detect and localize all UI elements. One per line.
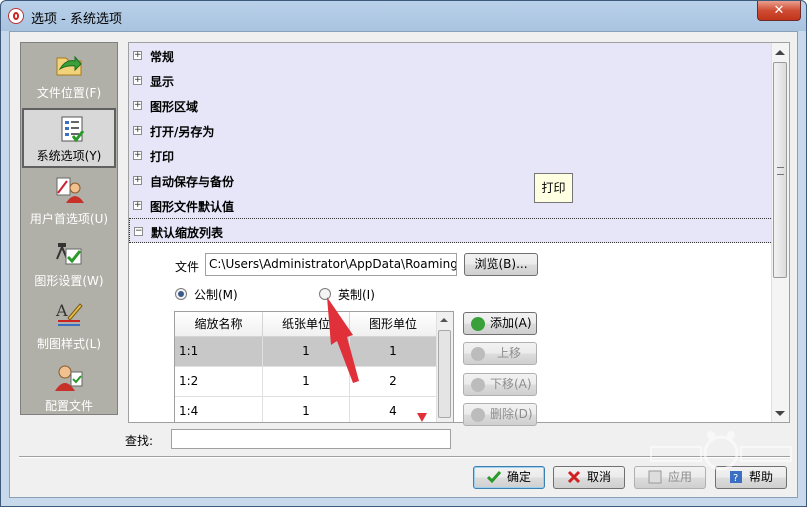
tree-node-label: 打印 (150, 150, 175, 164)
cancel-button[interactable]: 取消 (553, 466, 625, 489)
tree-node-drawing-defaults[interactable]: + 图形文件默认值 (129, 193, 773, 218)
move-down-button[interactable]: 下移(A) (463, 373, 537, 396)
tree-node-label: 默认缩放列表 (151, 226, 224, 240)
tree-node-label: 自动保存与备份 (150, 175, 235, 189)
table-scrollbar[interactable] (436, 312, 453, 422)
metric-radio[interactable] (175, 288, 187, 300)
arrow-down-icon (471, 378, 485, 392)
expand-icon[interactable]: + (133, 176, 142, 185)
sidebar-item-profiles[interactable]: 配置文件 (21, 358, 117, 418)
tree-node-default-scale-list[interactable]: − 默认缩放列表 (129, 218, 773, 243)
tree-scrollbar[interactable] (771, 43, 789, 422)
x-icon (567, 470, 581, 484)
add-label: 添加(A) (490, 316, 532, 330)
collapse-icon[interactable]: − (134, 227, 143, 236)
drafting-style-icon: A (55, 301, 83, 326)
find-input[interactable] (171, 429, 451, 449)
delete-icon (471, 408, 485, 422)
annotation-marker-icon (417, 413, 427, 422)
scroll-down-icon[interactable] (775, 411, 785, 416)
tree-node-label: 打开/另存为 (150, 125, 215, 139)
tree-node-display[interactable]: + 显示 (129, 68, 773, 93)
app-logo-icon (8, 8, 24, 24)
sidebar-item-file-locations[interactable]: 文件位置(F) (21, 45, 117, 105)
sidebar-item-label: 配置文件 (44, 399, 93, 413)
column-header-drawing-units[interactable]: 图形单位 (350, 312, 437, 337)
list-check-icon (61, 116, 85, 143)
watermark-logo-icon (650, 431, 792, 471)
expand-icon[interactable]: + (133, 51, 142, 60)
sidebar-item-user-preferences[interactable]: 用户首选项(U) (21, 171, 117, 231)
tree-node-open-save[interactable]: + 打开/另存为 (129, 118, 773, 143)
file-label: 文件 (175, 260, 200, 274)
cell-scale-name: 1:4 (179, 397, 263, 422)
tree-node-label: 常规 (150, 50, 175, 64)
expand-icon[interactable]: + (133, 151, 142, 160)
tree-node-general[interactable]: + 常规 (129, 43, 773, 68)
scroll-thumb[interactable] (773, 62, 787, 278)
table-row[interactable]: 1:1 1 1 (175, 337, 437, 367)
add-icon (471, 317, 485, 331)
grip-icon (777, 167, 784, 175)
sidebar-item-graphics-settings[interactable]: 图形设置(W) (21, 233, 117, 293)
tree-node-label: 显示 (150, 75, 175, 89)
tree-node-print[interactable]: + 打印 (129, 143, 773, 168)
scroll-up-icon[interactable] (440, 318, 448, 322)
title-bar[interactable]: 选项 - 系统选项 ✕ (1, 1, 806, 31)
cell-scale-name: 1:2 (179, 367, 263, 396)
scale-list-table: 缩放名称 纸张单位 图形单位 1:1 1 1 1:2 1 2 1:4 1 4 (174, 311, 454, 423)
find-label: 查找: (125, 434, 154, 448)
add-button[interactable]: 添加(A) (463, 312, 537, 335)
expand-icon[interactable]: + (133, 201, 142, 210)
sidebar-item-system-options[interactable]: 系统选项(Y) (22, 108, 116, 168)
sidebar-item-drafting-style[interactable]: A 制图样式(L) (21, 296, 117, 356)
sidebar-item-label: 文件位置(F) (36, 86, 102, 100)
delete-label: 删除(D) (490, 407, 533, 421)
check-icon (486, 471, 501, 484)
table-row[interactable]: 1:4 1 4 (175, 397, 437, 422)
move-up-label: 上移 (497, 346, 522, 360)
folder-arrow-icon (56, 55, 82, 76)
move-down-label: 下移(A) (490, 377, 532, 391)
sidebar-item-label: 图形设置(W) (34, 274, 104, 288)
move-up-button[interactable]: 上移 (463, 342, 537, 365)
cancel-label: 取消 (586, 470, 611, 484)
tree-node-label: 图形区域 (150, 100, 199, 114)
cell-drawing-units: 2 (350, 367, 437, 396)
delete-button[interactable]: 删除(D) (463, 403, 537, 426)
column-header-scale-name[interactable]: 缩放名称 (175, 312, 263, 337)
expand-icon[interactable]: + (133, 101, 142, 110)
ok-label: 确定 (506, 470, 531, 484)
browse-button[interactable]: 浏览(B)... (464, 253, 538, 276)
svg-text:A: A (55, 301, 68, 320)
scroll-thumb[interactable] (438, 330, 451, 418)
expand-icon[interactable]: + (133, 76, 142, 85)
window-title: 选项 - 系统选项 (31, 12, 122, 27)
metric-label[interactable]: 公制(M) (194, 286, 238, 303)
close-button[interactable]: ✕ (757, 1, 801, 21)
graphics-settings-icon (56, 243, 82, 265)
options-sidebar: 文件位置(F) 系统选项(Y) 用户首选项(U) 图形设置(W) A 制图样式(… (20, 42, 118, 415)
tree-node-graphics-area[interactable]: + 图形区域 (129, 93, 773, 118)
expand-icon[interactable]: + (133, 126, 142, 135)
cell-paper-units: 1 (263, 397, 350, 422)
ok-button[interactable]: 确定 (473, 466, 545, 489)
file-path-field[interactable]: C:\Users\Administrator\AppData\Roaming\ (205, 253, 457, 276)
arrow-up-icon (471, 347, 485, 361)
sidebar-item-label: 制图样式(L) (36, 337, 102, 351)
tree-node-autosave-backup[interactable]: + 自动保存与备份 (129, 168, 773, 193)
tree-node-label: 图形文件默认值 (150, 200, 235, 214)
close-icon: ✕ (773, 3, 785, 18)
user-tools-icon (56, 177, 84, 203)
options-dialog: 选项 - 系统选项 ✕ 文件位置(F) 系统选项(Y) 用户首选项(U) 图形设… (0, 0, 807, 507)
tooltip: 打印 (534, 173, 573, 203)
profile-icon (55, 365, 83, 391)
table-row[interactable]: 1:2 1 2 (175, 367, 437, 397)
annotation-arrow-icon (327, 297, 359, 383)
sidebar-item-label: 系统选项(Y) (36, 149, 102, 163)
cell-drawing-units: 1 (350, 337, 437, 366)
sidebar-item-label: 用户首选项(U) (29, 212, 109, 226)
cell-scale-name: 1:1 (179, 337, 263, 366)
scroll-up-icon[interactable] (775, 50, 785, 55)
